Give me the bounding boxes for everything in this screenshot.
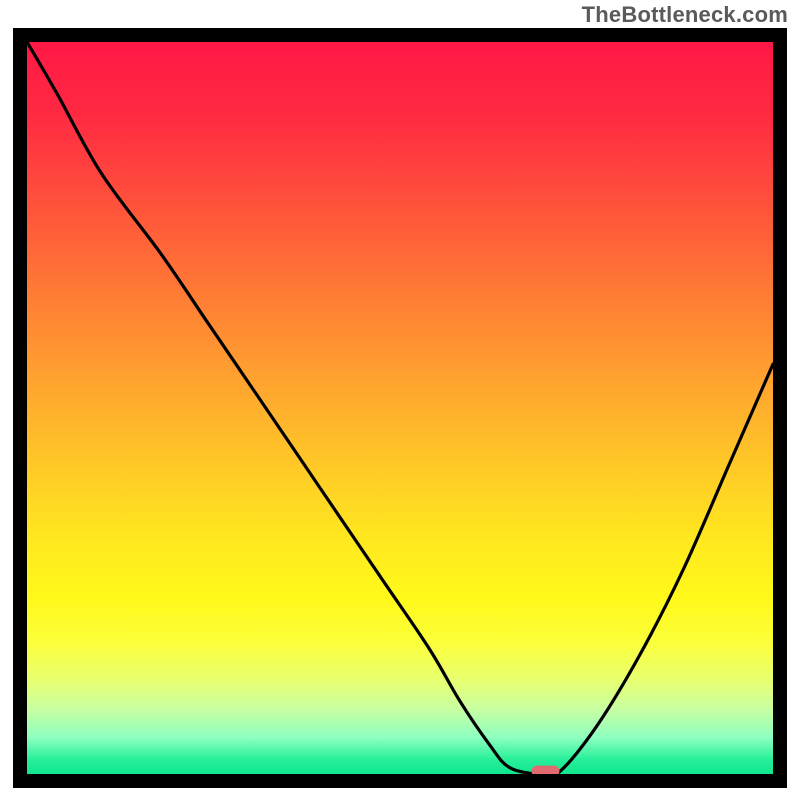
optimal-marker bbox=[532, 766, 560, 774]
plot-border bbox=[13, 28, 787, 788]
bottleneck-curve-path bbox=[27, 42, 773, 774]
watermark-label: TheBottleneck.com bbox=[582, 2, 788, 28]
plot-area bbox=[27, 42, 773, 774]
chart-frame: TheBottleneck.com bbox=[0, 0, 800, 800]
bottleneck-curve-svg bbox=[27, 42, 773, 774]
